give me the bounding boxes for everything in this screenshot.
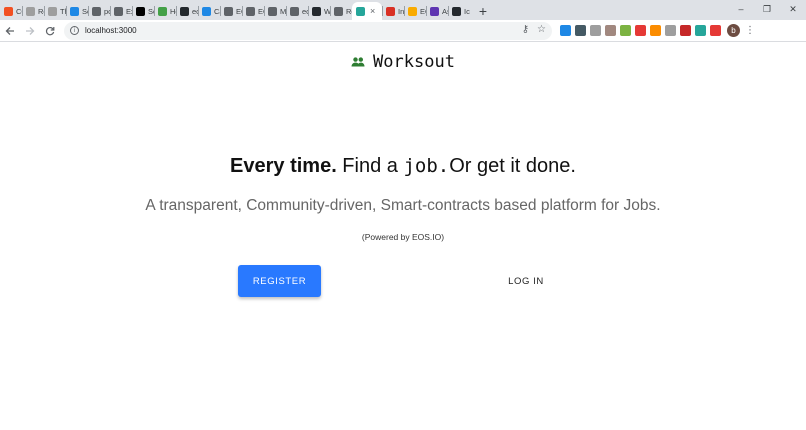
browser-tab-strip: CCReThSepcExScHcecCaECECMieoWiRe×InlECAs…: [0, 0, 806, 20]
address-text: localhost:3000: [85, 26, 137, 35]
reload-icon: [45, 26, 55, 35]
restore-button[interactable]: ❐: [754, 1, 780, 17]
extension-icon[interactable]: [620, 25, 631, 36]
browser-tab[interactable]: Th: [44, 2, 66, 20]
tab-favicon-icon: [48, 6, 57, 16]
browser-tab[interactable]: ec: [176, 2, 198, 20]
browser-tab[interactable]: Se: [66, 2, 88, 20]
tab-favicon-icon: [312, 6, 321, 16]
address-bar[interactable]: i localhost:3000 ⚷ ☆: [64, 21, 552, 40]
tab-favicon-icon: [4, 6, 13, 16]
tab-label: Icc: [464, 6, 470, 16]
browser-tab[interactable]: Re: [330, 2, 352, 20]
extension-icon[interactable]: [650, 25, 661, 36]
tab-close-icon[interactable]: ×: [370, 6, 375, 16]
extension-icon[interactable]: [590, 25, 601, 36]
headline-strong: Every time.: [230, 155, 337, 177]
tab-favicon-icon: [202, 6, 211, 16]
browser-tab[interactable]: EC: [404, 2, 426, 20]
headline: Every time. Find a job.Or get it done.: [0, 155, 806, 178]
extension-icon[interactable]: [635, 25, 646, 36]
extension-icon[interactable]: [560, 25, 571, 36]
back-button[interactable]: [0, 21, 20, 41]
browser-tab[interactable]: ×: [352, 2, 382, 20]
brand-header: Worksout: [0, 52, 806, 72]
tab-favicon-icon: [158, 6, 167, 16]
browser-tab[interactable]: eo: [286, 2, 308, 20]
tab-favicon-icon: [356, 6, 365, 16]
login-button[interactable]: LOG IN: [495, 265, 557, 297]
browser-menu-icon[interactable]: ⋮: [744, 25, 756, 36]
browser-tab[interactable]: pc: [88, 2, 110, 20]
tab-favicon-icon: [92, 6, 101, 16]
arrow-left-icon: [5, 26, 14, 35]
browser-tab[interactable]: Ca: [198, 2, 220, 20]
info-icon[interactable]: i: [70, 26, 79, 35]
close-window-button[interactable]: ✕: [780, 1, 806, 17]
extension-icon[interactable]: [695, 25, 706, 36]
headline-mono: job.: [403, 155, 450, 177]
tab-favicon-icon: [246, 6, 255, 16]
register-button[interactable]: REGISTER: [238, 265, 321, 297]
new-tab-button[interactable]: +: [474, 2, 492, 20]
browser-tab[interactable]: As: [426, 2, 448, 20]
profile-avatar[interactable]: b: [727, 24, 740, 37]
browser-tab[interactable]: Inl: [382, 2, 404, 20]
page-content: Worksout Every time. Find a job.Or get i…: [0, 42, 806, 430]
browser-tab[interactable]: EC: [220, 2, 242, 20]
forward-button[interactable]: [20, 21, 40, 41]
browser-tab[interactable]: CC: [0, 2, 22, 20]
minimize-button[interactable]: –: [728, 1, 754, 17]
browser-toolbar: i localhost:3000 ⚷ ☆ b ⋮: [0, 20, 806, 42]
arrow-right-icon: [26, 26, 35, 35]
tab-favicon-icon: [386, 6, 395, 16]
people-icon: [351, 57, 365, 67]
extension-icon[interactable]: [680, 25, 691, 36]
browser-tab[interactable]: EC: [242, 2, 264, 20]
reload-button[interactable]: [40, 21, 60, 41]
extension-icon[interactable]: [710, 25, 721, 36]
tagline: A transparent, Community-driven, Smart-c…: [145, 197, 661, 214]
brand-name: Worksout: [373, 52, 455, 72]
tab-favicon-icon: [290, 6, 299, 16]
browser-tab[interactable]: Icc: [448, 2, 470, 20]
browser-tab[interactable]: Sc: [132, 2, 154, 20]
tab-favicon-icon: [224, 6, 233, 16]
browser-tab[interactable]: Ex: [110, 2, 132, 20]
extension-icon[interactable]: [605, 25, 616, 36]
tab-favicon-icon: [26, 6, 35, 16]
tab-favicon-icon: [334, 6, 343, 16]
window-controls: – ❐ ✕: [728, 1, 806, 17]
extension-icon[interactable]: [575, 25, 586, 36]
key-icon[interactable]: ⚷: [522, 24, 529, 35]
tab-favicon-icon: [452, 6, 461, 16]
tab-favicon-icon: [430, 6, 439, 16]
extensions-area: [560, 25, 721, 36]
browser-tab[interactable]: Hc: [154, 2, 176, 20]
powered-by-text: (Powered by EOS.IO): [361, 232, 445, 242]
tab-favicon-icon: [408, 6, 417, 16]
browser-tab[interactable]: Wi: [308, 2, 330, 20]
tab-favicon-icon: [268, 6, 277, 16]
tab-favicon-icon: [70, 6, 79, 16]
star-icon[interactable]: ☆: [537, 24, 546, 35]
browser-tab[interactable]: Mi: [264, 2, 286, 20]
browser-tab[interactable]: Re: [22, 2, 44, 20]
tab-favicon-icon: [136, 6, 145, 16]
headline-part1: Find a: [336, 155, 404, 177]
headline-part2: Or get it done.: [449, 155, 576, 177]
tab-favicon-icon: [180, 6, 189, 16]
tab-favicon-icon: [114, 6, 123, 16]
extension-icon[interactable]: [665, 25, 676, 36]
